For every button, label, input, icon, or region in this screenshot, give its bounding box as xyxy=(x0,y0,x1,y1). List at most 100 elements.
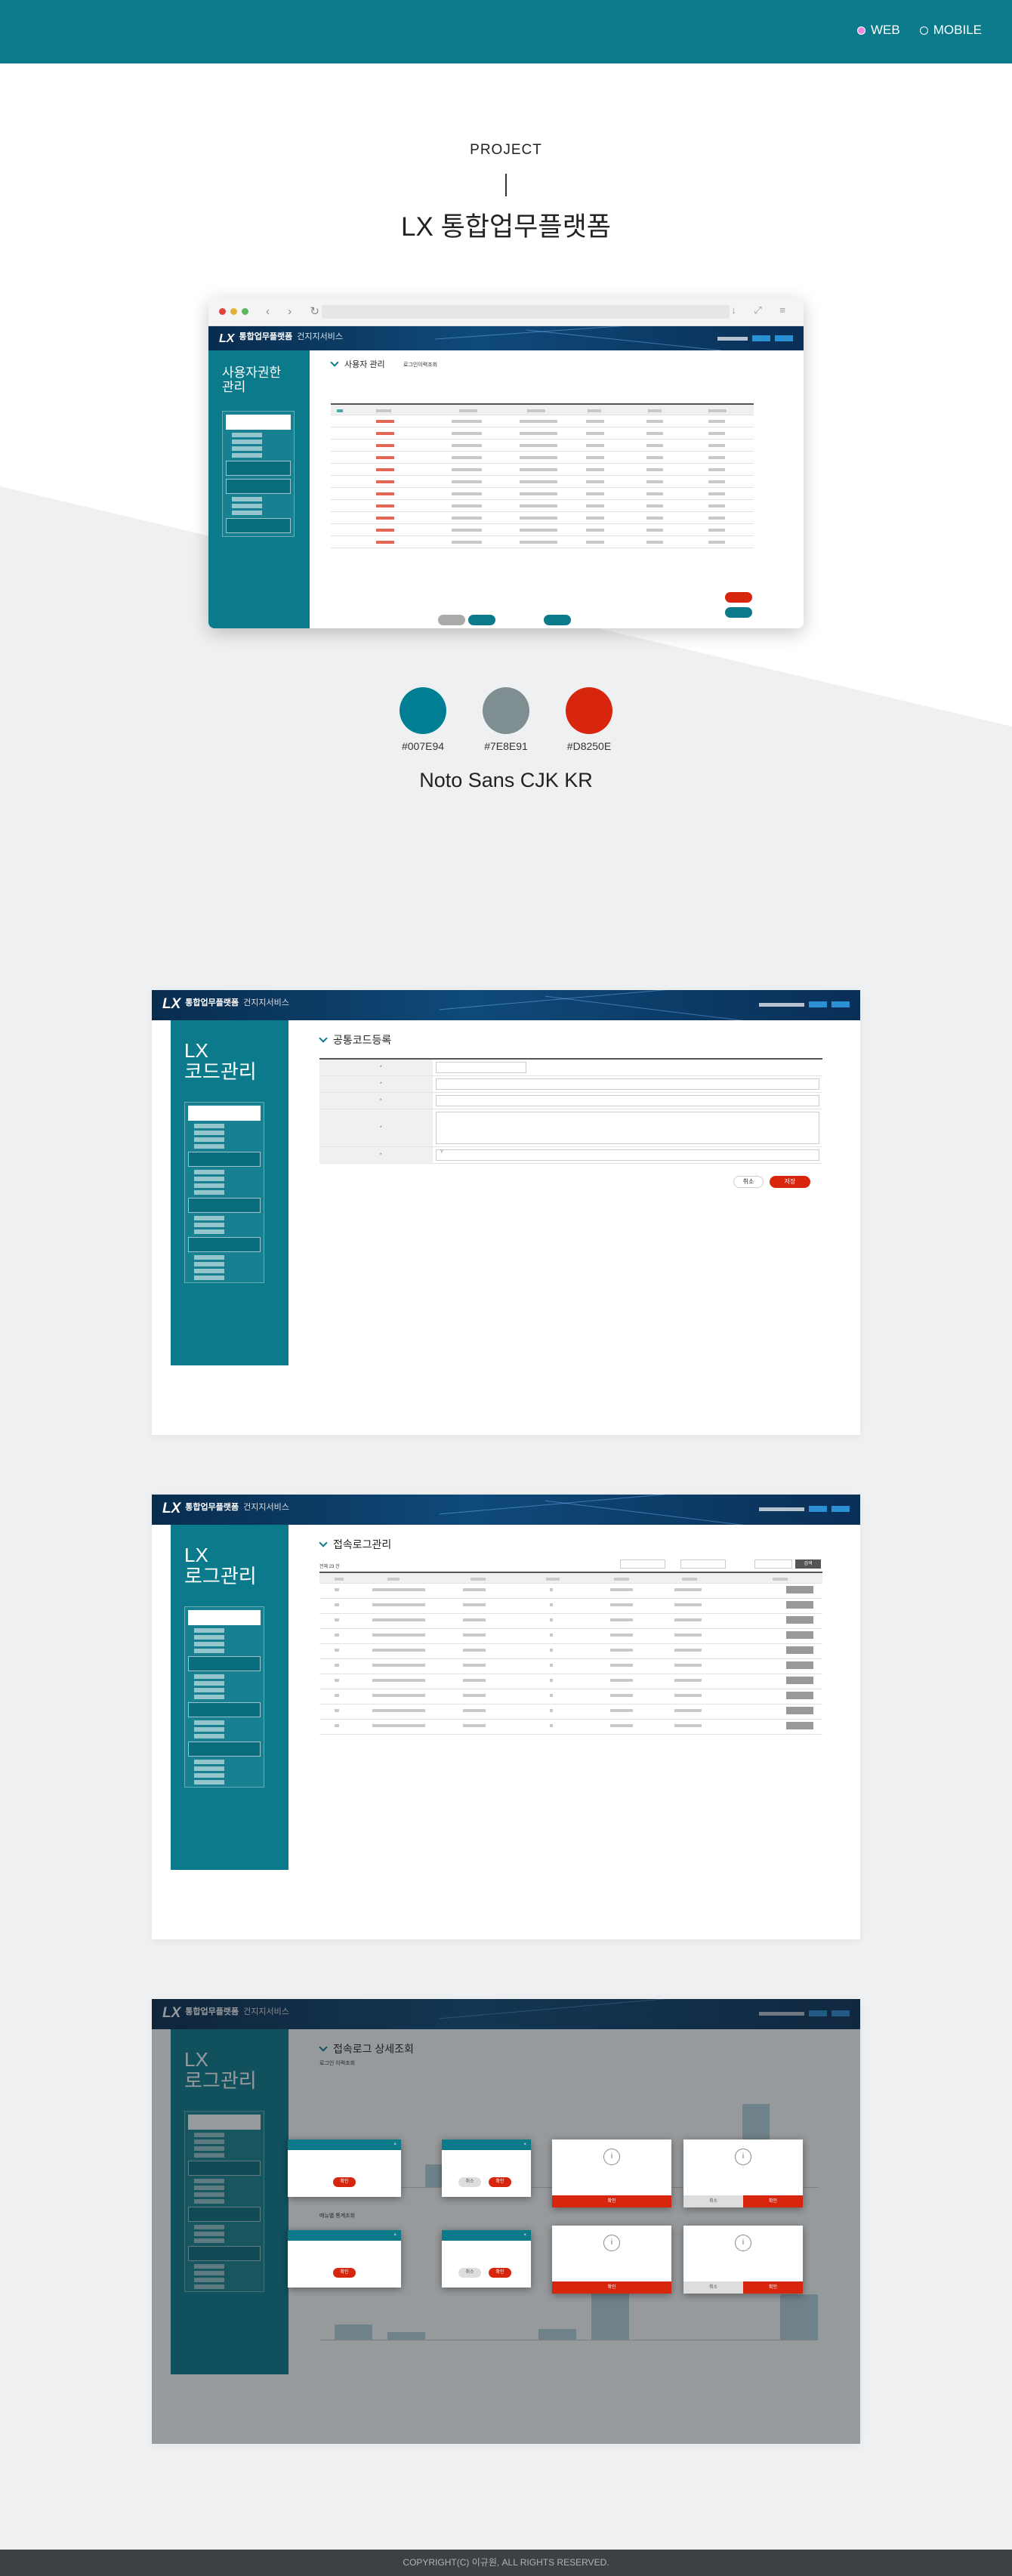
modal-overlay xyxy=(152,1999,860,2444)
sidebar: 사용자권한 관리 xyxy=(208,350,310,628)
ok-button[interactable]: 확인 xyxy=(552,2281,671,2294)
code-id-field[interactable] xyxy=(436,1078,819,1090)
info-confirm-modal: i 취소 확인 xyxy=(683,2139,803,2207)
page-title: 공통코드등록 xyxy=(319,1032,391,1047)
cancel-button[interactable]: 취소 xyxy=(458,2177,481,2187)
cancel-button[interactable]: 취소 xyxy=(458,2268,481,2278)
browser-tools-icon: ↓ ⤢ ≡ xyxy=(731,304,793,316)
menu-group[interactable] xyxy=(226,518,291,533)
menu-group[interactable] xyxy=(188,1152,261,1167)
color-swatch-red xyxy=(566,687,612,734)
modal-header xyxy=(442,2139,531,2150)
confirm-button[interactable] xyxy=(725,592,752,603)
menu-group[interactable] xyxy=(188,1702,261,1717)
page-title: 사용자 관리 xyxy=(331,358,385,370)
menu-group[interactable] xyxy=(226,415,291,430)
app-header: LX 통합업무플랫폼 건지지서비스 xyxy=(152,990,860,1020)
access-log-screen: LX 통합업무플랫폼 건지지서비스 LX 로그관리 접속로그관리 전체 23 건 검… xyxy=(152,1495,860,1939)
ok-button[interactable]: 확인 xyxy=(489,2177,511,2187)
code-form: * * * * * Y xyxy=(319,1058,822,1164)
menu-group[interactable] xyxy=(188,1198,261,1213)
info-icon: i xyxy=(603,2149,620,2165)
info-icon: i xyxy=(735,2235,751,2251)
footer-copyright: COPYRIGHT(C) 이규원, ALL RIGHTS RESERVED. xyxy=(0,2550,1012,2576)
modal-header xyxy=(288,2139,401,2150)
total-count: 전체 23 건 xyxy=(319,1565,340,1569)
date-to-input[interactable] xyxy=(680,1559,726,1569)
search-button[interactable]: 검색 xyxy=(795,1559,821,1569)
log-table xyxy=(319,1572,822,1735)
info-modal: i 확인 xyxy=(552,2226,671,2294)
menu-group[interactable] xyxy=(226,479,291,494)
main-content: 접속로그관리 전체 23 건 검색 xyxy=(303,1525,860,1939)
code-desc-field[interactable] xyxy=(436,1112,819,1144)
confirm-modal: 취소 확인 xyxy=(442,2230,531,2288)
hero-section: PROJECT LX 통합업무플랫폼 ‹ › ↻ ↓ ⤢ ≡ LX 통합업무플랫폼… xyxy=(0,63,1012,884)
code-name-field[interactable] xyxy=(436,1095,819,1106)
app-logo: LX 통합업무플랫폼 건지지서비스 xyxy=(219,332,344,345)
radio-off-icon xyxy=(919,26,928,35)
radio-on-icon xyxy=(857,26,866,35)
cancel-button[interactable]: 취소 xyxy=(683,2281,743,2294)
menu-group[interactable] xyxy=(226,461,291,476)
color-label: #D8250E xyxy=(566,740,612,752)
menu-group[interactable] xyxy=(188,1237,261,1252)
info-modal: i 확인 xyxy=(552,2139,671,2207)
modal-header xyxy=(442,2230,531,2241)
sidebar-menu xyxy=(184,1606,264,1788)
sidebar-menu xyxy=(222,411,295,537)
action-button[interactable] xyxy=(468,615,495,625)
color-swatch-gray xyxy=(483,687,529,734)
web-tab[interactable]: WEB xyxy=(857,23,900,38)
menu-group[interactable] xyxy=(188,1106,261,1121)
cancel-button[interactable]: 취소 xyxy=(733,1176,764,1188)
info-icon: i xyxy=(735,2149,751,2165)
modal-header xyxy=(288,2230,401,2241)
sidebar-title: 사용자권한 관리 xyxy=(222,366,282,394)
alert-modal: 확인 xyxy=(288,2139,401,2197)
confirm-modal: 취소 확인 xyxy=(442,2139,531,2197)
ok-button[interactable]: 확인 xyxy=(743,2281,803,2294)
app-logo: LX 통합업무플랫폼 건지지서비스 xyxy=(162,1501,289,1516)
menu-group[interactable] xyxy=(188,1656,261,1671)
code-register-screen: LX 통합업무플랫폼 건지지서비스 LX 코드관리 공통코드등록 * * * * *… xyxy=(152,990,860,1435)
ok-button[interactable]: 확인 xyxy=(333,2177,356,2187)
app-logo: LX 통합업무플랫폼 건지지서비스 xyxy=(162,996,289,1012)
font-name: Noto Sans CJK KR xyxy=(419,769,593,791)
ok-button[interactable]: 확인 xyxy=(489,2268,511,2278)
ok-button[interactable]: 확인 xyxy=(552,2195,671,2207)
menu-group[interactable] xyxy=(188,1741,261,1757)
project-label: PROJECT xyxy=(470,142,542,158)
nav-arrows-icon: ‹ › ↻ xyxy=(266,305,327,318)
platform-nav: WEB MOBILE xyxy=(857,23,982,38)
window-controls xyxy=(219,308,248,315)
use-yn-field[interactable]: Y xyxy=(436,1149,819,1161)
info-confirm-modal: i 취소 확인 xyxy=(683,2226,803,2294)
project-title: LX 통합업무플랫폼 xyxy=(401,212,611,242)
code-group-select[interactable] xyxy=(436,1062,526,1073)
alert-modal: 확인 xyxy=(288,2230,401,2288)
sidebar-title: LX 로그관리 xyxy=(184,1544,257,1587)
browser-mockup: ‹ › ↻ ↓ ⤢ ≡ LX 통합업무플랫폼 건지지서비스 사용자권한 관리 사… xyxy=(208,298,804,628)
tab-login-history[interactable]: 로그인이력조회 xyxy=(403,361,437,369)
action-button[interactable] xyxy=(438,615,465,625)
info-icon: i xyxy=(603,2235,620,2251)
color-label: #7E8E91 xyxy=(484,740,528,752)
save-button[interactable]: 저장 xyxy=(770,1176,810,1188)
cancel-button[interactable]: 취소 xyxy=(683,2195,743,2207)
ok-button[interactable]: 확인 xyxy=(743,2195,803,2207)
sidebar: LX 코드관리 xyxy=(171,1020,288,1365)
ok-button[interactable]: 확인 xyxy=(333,2268,356,2278)
search-input[interactable] xyxy=(754,1559,792,1569)
top-bar: WEB MOBILE xyxy=(0,0,1012,63)
sidebar: LX 로그관리 xyxy=(171,1525,288,1870)
main-content: 사용자 관리 로그인이력조회 xyxy=(310,350,804,628)
users-screen: LX 통합업무플랫폼 건지지서비스 사용자권한 관리 사용자 관리 로그인이력조회 xyxy=(208,326,804,628)
action-button[interactable] xyxy=(544,615,571,625)
sidebar-menu xyxy=(184,1102,264,1283)
log-detail-screen: LX 통합업무플랫폼 건지지서비스 LX 로그관리 접속로그 상세조회 로그인 이력… xyxy=(152,1999,860,2444)
mobile-tab[interactable]: MOBILE xyxy=(919,23,982,38)
date-from-input[interactable] xyxy=(620,1559,665,1569)
menu-group[interactable] xyxy=(188,1610,261,1625)
save-button[interactable] xyxy=(725,607,752,618)
